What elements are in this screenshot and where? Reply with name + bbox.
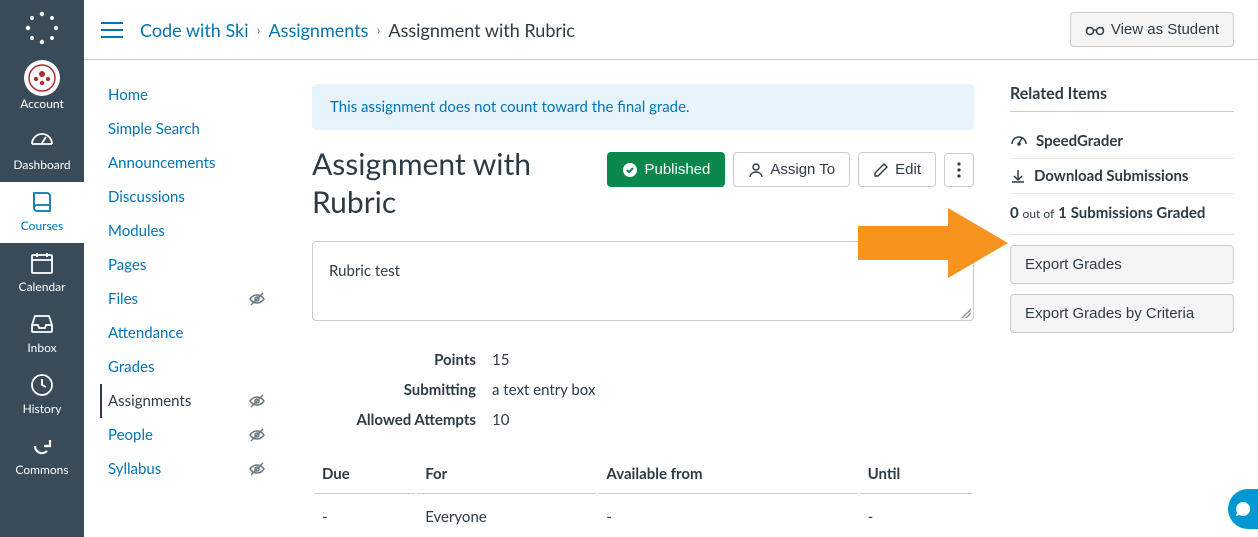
nav-inbox-label: Inbox [27, 340, 56, 355]
more-options-button[interactable] [944, 153, 974, 187]
breadcrumb-section[interactable]: Assignments [268, 19, 368, 41]
nav-commons-label: Commons [15, 462, 68, 477]
hidden-eye-icon [248, 426, 266, 444]
avatar-icon [24, 60, 60, 96]
dashboard-icon [28, 127, 56, 155]
assignment-description[interactable]: Rubric test [312, 241, 974, 321]
hidden-eye-icon [248, 290, 266, 308]
attempts-label: Allowed Attempts [332, 411, 492, 429]
nav-courses[interactable]: Courses [0, 182, 84, 243]
history-icon [28, 371, 56, 399]
nav-calendar-label: Calendar [19, 279, 66, 294]
canvas-logo-icon[interactable] [22, 8, 62, 48]
main-content: This assignment does not count toward th… [276, 60, 998, 537]
course-nav-syllabus[interactable]: Syllabus [100, 452, 276, 486]
course-nav-assignments[interactable]: Assignments [100, 384, 276, 418]
breadcrumb-course[interactable]: Code with Ski [140, 19, 249, 41]
right-sidebar: Related Items SpeedGrader Download Submi… [998, 60, 1258, 537]
pencil-icon [873, 162, 889, 178]
export-grades-criteria-button[interactable]: Export Grades by Criteria [1010, 294, 1234, 333]
topbar: Code with Ski › Assignments › Assignment… [84, 0, 1258, 60]
assignment-title: Assignment with Rubric [312, 146, 591, 221]
hidden-eye-icon [248, 392, 266, 410]
chat-icon [1234, 500, 1252, 518]
chevron-right-icon: › [376, 21, 380, 38]
assign-to-button[interactable]: Assign To [733, 152, 850, 187]
speedgrader-icon [1010, 134, 1028, 148]
nav-dashboard-label: Dashboard [13, 157, 70, 172]
courses-icon [28, 188, 56, 216]
nav-commons[interactable]: Commons [0, 426, 84, 487]
assignment-meta: Points15 Submittinga text entry box Allo… [332, 345, 974, 435]
nav-history[interactable]: History [0, 365, 84, 426]
global-nav: Account Dashboard Courses Calendar Inbox [0, 0, 84, 537]
commons-icon [28, 432, 56, 460]
chevron-right-icon: › [257, 21, 261, 38]
nav-courses-label: Courses [21, 218, 63, 233]
inbox-icon [28, 310, 56, 338]
grade-notice: This assignment does not count toward th… [312, 84, 974, 130]
export-grades-button[interactable]: Export Grades [1010, 245, 1234, 284]
glasses-icon [1085, 24, 1105, 36]
course-nav-simple-search[interactable]: Simple Search [100, 112, 276, 146]
nav-inbox[interactable]: Inbox [0, 304, 84, 365]
check-circle-icon [622, 162, 638, 178]
points-label: Points [332, 351, 492, 369]
nav-account[interactable]: Account [0, 54, 84, 121]
course-nav-home[interactable]: Home [100, 78, 276, 112]
points-value: 15 [492, 351, 974, 369]
nav-calendar[interactable]: Calendar [0, 243, 84, 304]
view-as-student-button[interactable]: View as Student [1070, 12, 1234, 47]
download-icon [1010, 168, 1026, 184]
submitting-label: Submitting [332, 381, 492, 399]
nav-history-label: History [23, 401, 62, 416]
nav-dashboard[interactable]: Dashboard [0, 121, 84, 182]
kebab-icon [957, 162, 961, 178]
breadcrumb: Code with Ski › Assignments › Assignment… [140, 19, 1070, 41]
available-header: Available from [598, 455, 857, 494]
due-dates-table: Due For Available from Until - Everyone … [312, 453, 974, 528]
calendar-icon [28, 249, 56, 277]
submissions-graded: 0 out of 1 Submissions Graded [1010, 194, 1234, 235]
hamburger-menu-icon[interactable] [96, 14, 128, 46]
person-icon [748, 162, 764, 178]
submitting-value: a text entry box [492, 381, 974, 399]
course-nav-files[interactable]: Files [100, 282, 276, 316]
for-header: For [417, 455, 596, 494]
download-submissions-link[interactable]: Download Submissions [1010, 159, 1234, 194]
course-nav-attendance[interactable]: Attendance [100, 316, 276, 350]
course-nav: Home Simple Search Announcements Discuss… [84, 60, 276, 537]
table-row: - Everyone - - [314, 496, 972, 526]
until-header: Until [860, 455, 972, 494]
course-nav-modules[interactable]: Modules [100, 214, 276, 248]
related-items-title: Related Items [1010, 84, 1234, 112]
course-nav-discussions[interactable]: Discussions [100, 180, 276, 214]
course-nav-pages[interactable]: Pages [100, 248, 276, 282]
hidden-eye-icon [248, 460, 266, 478]
course-nav-grades[interactable]: Grades [100, 350, 276, 384]
speedgrader-link[interactable]: SpeedGrader [1010, 124, 1234, 159]
nav-account-label: Account [20, 96, 64, 111]
breadcrumb-current: Assignment with Rubric [388, 19, 574, 41]
edit-button[interactable]: Edit [858, 152, 936, 187]
course-nav-people[interactable]: People [100, 418, 276, 452]
published-button[interactable]: Published [607, 152, 725, 187]
due-header: Due [314, 455, 415, 494]
course-nav-announcements[interactable]: Announcements [100, 146, 276, 180]
attempts-value: 10 [492, 411, 974, 429]
